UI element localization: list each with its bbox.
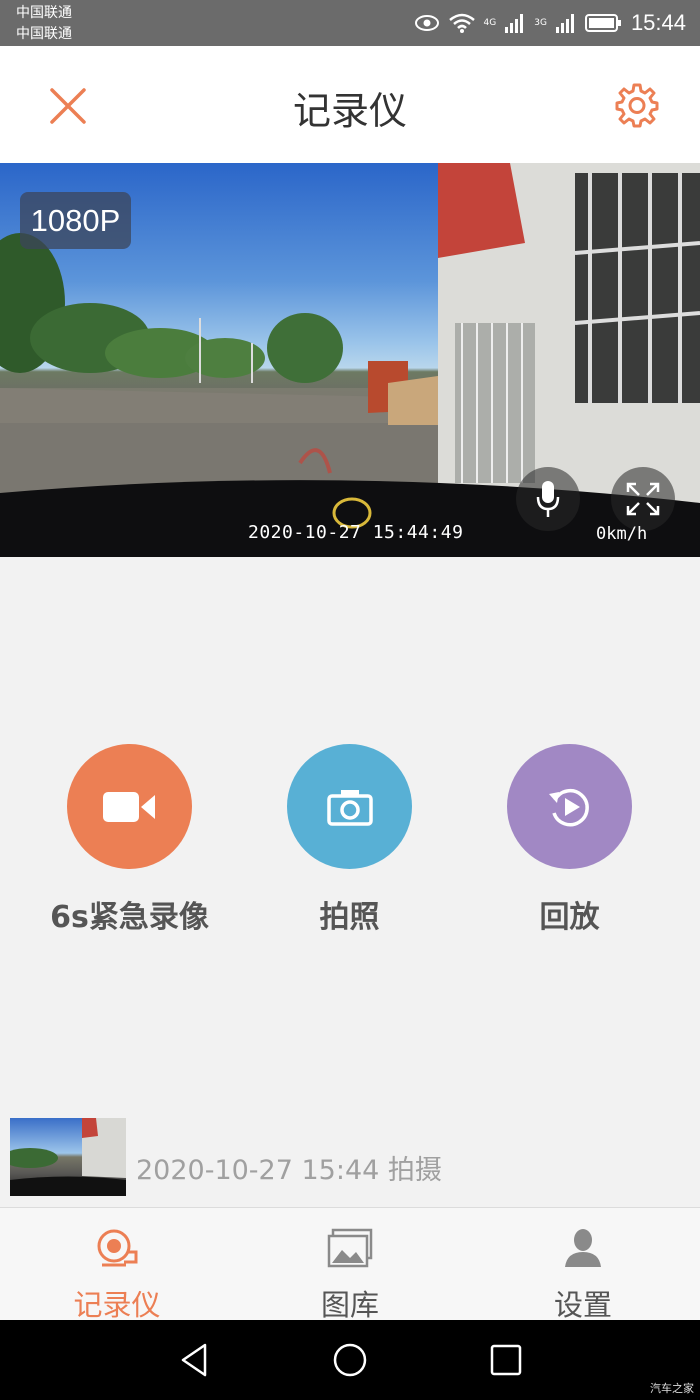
signal-icon-2 [555, 14, 574, 33]
microphone-icon [536, 481, 560, 517]
photo-button[interactable] [287, 744, 412, 869]
nav-label-recorder: 记录仪 [73, 1288, 161, 1322]
recents-icon[interactable] [486, 1340, 526, 1380]
fullscreen-button[interactable] [611, 467, 675, 531]
back-icon[interactable] [175, 1340, 215, 1380]
replay-icon [548, 788, 589, 826]
page-title: 记录仪 [292, 89, 407, 133]
latest-capture[interactable]: 2020-10-27 15:44 拍摄 [10, 1118, 690, 1196]
network-label-1: 4G [483, 18, 497, 28]
nav-label-gallery: 图库 [320, 1288, 379, 1322]
gear-icon[interactable] [614, 82, 660, 128]
nav-item-recorder[interactable]: 记录仪 [37, 1208, 197, 1322]
watermark: 汽车之家 [650, 1382, 694, 1395]
system-navigation-bar: 汽车之家 [0, 1320, 700, 1400]
fullscreen-icon [626, 482, 660, 516]
wifi-icon [448, 13, 475, 33]
nav-item-gallery[interactable]: 图库 [270, 1208, 430, 1322]
bottom-navigation: 记录仪 图库 设置 [0, 1207, 700, 1322]
status-bar: 中国联通 中国联通 4G 3G 15:44 [0, 0, 700, 46]
photo-label: 拍照 [319, 900, 380, 935]
signal-icon-1 [505, 14, 524, 33]
thumbnail-scene [10, 1118, 126, 1196]
latest-capture-caption: 2020-10-27 15:44 拍摄 [136, 1155, 442, 1186]
video-camera-icon [102, 791, 155, 822]
playback-label: 回放 [539, 900, 600, 935]
live-video-preview[interactable]: 1080P 2020-10-27 15:44:49 0km/h [0, 163, 700, 557]
carrier-1: 中国联通 [16, 5, 72, 21]
dashcam-icon [97, 1229, 138, 1267]
latest-capture-thumbnail[interactable] [10, 1118, 126, 1196]
carrier-2: 中国联通 [16, 26, 72, 42]
battery-icon [584, 14, 621, 32]
gallery-icon [327, 1228, 373, 1268]
photo-action[interactable]: 拍照 [287, 744, 412, 935]
playback-action[interactable]: 回放 [507, 744, 632, 935]
video-timestamp: 2020-10-27 15:44:49 [248, 522, 464, 543]
eye-icon [414, 15, 439, 31]
status-time: 15:44 [630, 10, 686, 35]
nav-item-settings[interactable]: 设置 [503, 1208, 663, 1322]
network-label-2: 3G [534, 18, 547, 28]
emergency-record-action[interactable]: 6s紧急录像 [50, 744, 209, 935]
camera-icon [326, 789, 373, 826]
nav-label-settings: 设置 [553, 1288, 612, 1322]
microphone-button[interactable] [516, 467, 580, 531]
user-icon [565, 1229, 601, 1267]
status-icons: 4G 3G 15:44 [414, 8, 686, 38]
speed-readout: 0km/h [596, 524, 648, 544]
resolution-badge[interactable]: 1080P [20, 192, 131, 249]
playback-button[interactable] [507, 744, 632, 869]
emergency-record-button[interactable] [67, 744, 192, 869]
app-header: 记录仪 [0, 46, 700, 163]
emergency-record-label: 6s紧急录像 [50, 900, 209, 935]
home-icon[interactable] [330, 1340, 370, 1380]
